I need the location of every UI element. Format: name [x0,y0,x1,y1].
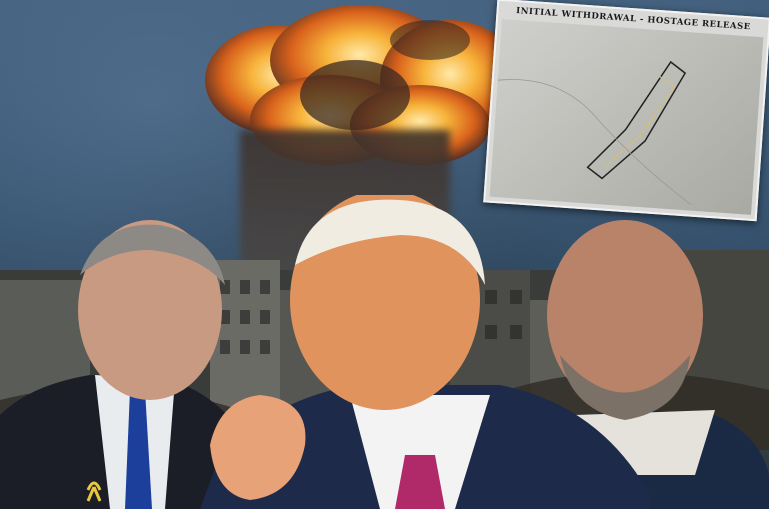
center-man [200,195,650,509]
map-card: INITIAL WITHDRAWAL - HOSTAGE RELEASE [483,0,769,222]
composite-photo: INITIAL WITHDRAWAL - HOSTAGE RELEASE [0,0,769,509]
map-image [489,19,764,215]
gaza-outline-map [497,60,692,206]
